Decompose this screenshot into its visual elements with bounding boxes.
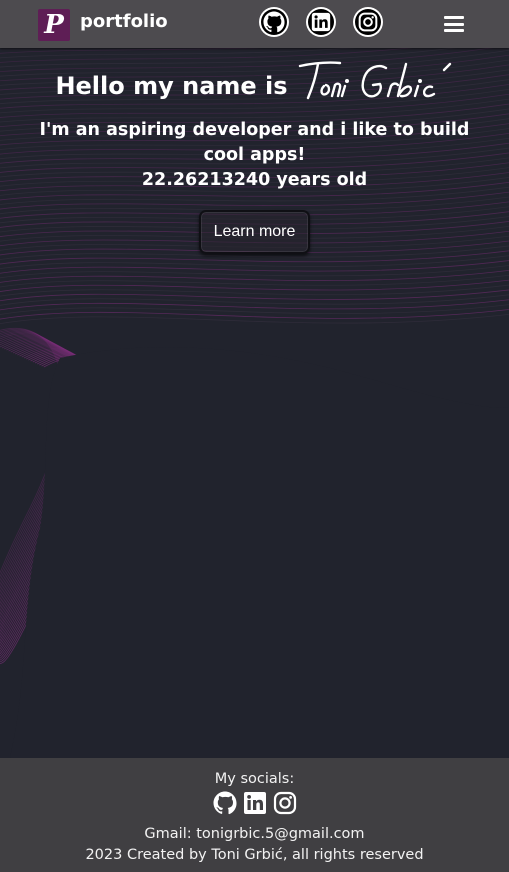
linkedin-link[interactable]: [306, 7, 336, 37]
github-icon: [213, 791, 237, 815]
hamburger-menu-button[interactable]: [444, 16, 464, 32]
footer-github-link[interactable]: [213, 791, 237, 815]
menu-bar: [444, 29, 464, 32]
footer: My socials: Gmail: tonigrbic.5@gmail.com…: [0, 758, 509, 872]
top-navbar: P portfolio: [0, 0, 509, 48]
instagram-icon: [358, 12, 378, 32]
learn-more-button[interactable]: Learn more: [198, 210, 311, 254]
footer-instagram-link[interactable]: [273, 791, 297, 815]
footer-social-icons: [0, 791, 509, 817]
github-icon: [263, 11, 285, 33]
signature-name: [298, 61, 451, 100]
instagram-link[interactable]: [353, 7, 383, 37]
linkedin-icon: [311, 12, 331, 32]
greeting-text: Hello my name is: [55, 72, 288, 100]
gmail-contact: Gmail: tonigrbic.5@gmail.com: [144, 826, 365, 842]
menu-bar: [444, 22, 464, 26]
age-counter: 22.26213240 years old: [141, 170, 368, 190]
socials-label: My socials:: [214, 771, 295, 787]
github-link[interactable]: [259, 7, 289, 37]
footer-linkedin-link[interactable]: [243, 791, 267, 815]
instagram-icon: [273, 791, 296, 815]
menu-bar: [444, 16, 464, 19]
copyright: 2023 Created by Toni Grbić, all rights r…: [85, 847, 424, 863]
brand-name[interactable]: portfolio: [80, 11, 168, 32]
logo-letter: P: [44, 10, 64, 40]
tagline: I'm an aspiring developer and i like to …: [39, 120, 470, 165]
linkedin-icon: [243, 792, 266, 814]
logo-icon[interactable]: P: [38, 9, 70, 41]
greeting-row: Hello my name is: [0, 56, 509, 104]
hero-section: Hello my name is I'm an aspiring develop…: [0, 56, 509, 254]
wave-body: [10, 347, 509, 758]
